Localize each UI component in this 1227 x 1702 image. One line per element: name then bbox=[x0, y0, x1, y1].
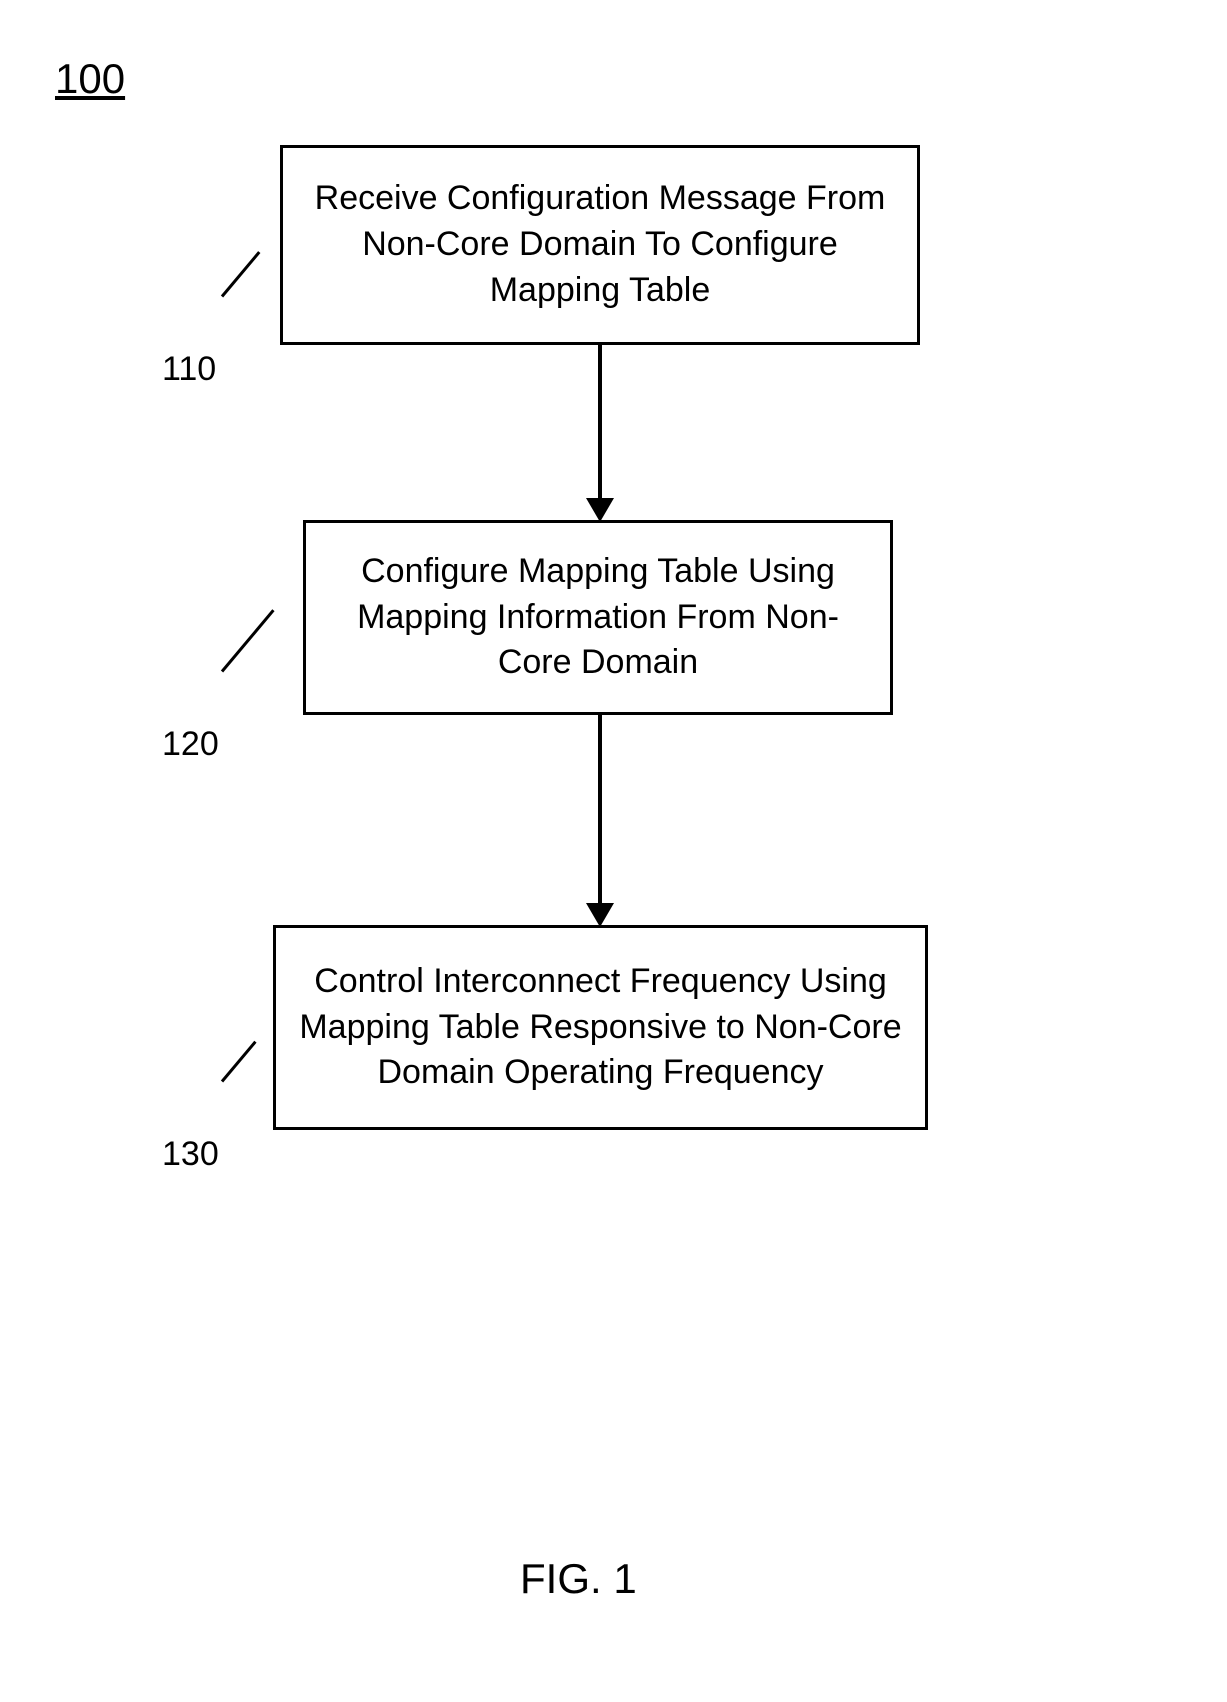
box-text: Control Interconnect Frequency Using Map… bbox=[296, 959, 905, 1097]
arrowhead-1 bbox=[586, 498, 614, 522]
label-connector-130 bbox=[221, 1041, 257, 1083]
arrowhead-2 bbox=[586, 903, 614, 927]
flowchart-box-120: Configure Mapping Table Using Mapping In… bbox=[303, 520, 893, 715]
box-text: Configure Mapping Table Using Mapping In… bbox=[326, 549, 870, 687]
box-label-110: 110 bbox=[162, 350, 216, 389]
box-label-130: 130 bbox=[162, 1135, 219, 1174]
flowchart-box-110: Receive Configuration Message From Non-C… bbox=[280, 145, 920, 345]
box-label-120: 120 bbox=[162, 725, 219, 764]
figure-caption: FIG. 1 bbox=[520, 1555, 637, 1603]
label-connector-120 bbox=[221, 609, 275, 672]
arrow-1 bbox=[598, 345, 602, 500]
diagram-title: 100 bbox=[55, 55, 125, 103]
label-connector-110 bbox=[221, 251, 261, 297]
arrow-2 bbox=[598, 715, 602, 905]
box-text: Receive Configuration Message From Non-C… bbox=[303, 176, 897, 314]
flowchart-box-130: Control Interconnect Frequency Using Map… bbox=[273, 925, 928, 1130]
